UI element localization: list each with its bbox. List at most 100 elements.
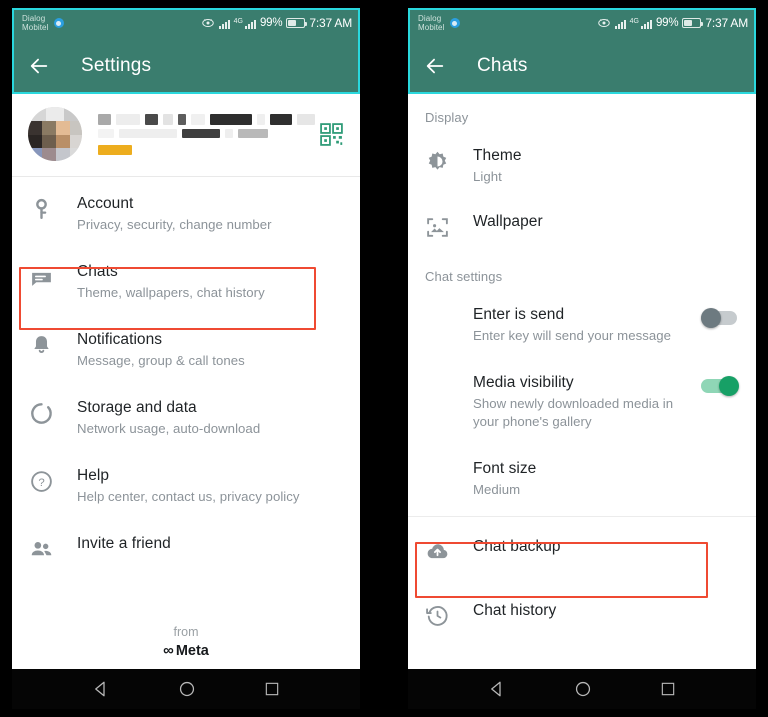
meta-brand-label: Meta: [175, 642, 209, 659]
chats-item-title: Chat history: [473, 602, 557, 619]
chats-item-wallpaper[interactable]: Wallpaper: [408, 199, 756, 253]
android-nav-bar-right: [408, 669, 756, 709]
profile-status-redacted: [98, 128, 319, 138]
chats-item-theme[interactable]: Theme Light: [408, 131, 756, 199]
chats-item-enter-is-send[interactable]: Enter is send Enter key will send your m…: [408, 290, 756, 358]
settings-item-account[interactable]: Account Privacy, security, change number: [12, 179, 360, 247]
settings-item-invite-a-friend[interactable]: Invite a friend: [12, 519, 360, 581]
carrier-name: Dialog Mobitel: [22, 14, 49, 32]
android-nav-bar-left: [12, 669, 360, 709]
data-usage-icon: [31, 403, 52, 424]
chats-appbar: Chats: [408, 38, 756, 94]
carrier-block: Dialog Mobitel: [418, 14, 460, 32]
chats-content: Display Theme Light Wallpaper Chat setti…: [408, 94, 756, 669]
status-icons: 4G 99% 7:37 AM: [597, 16, 748, 30]
status-bar-right: Dialog Mobitel 4G 99% 7:37 AM: [408, 8, 756, 38]
chats-item-font-size[interactable]: Font size Medium: [408, 444, 756, 512]
chats-item-title: Wallpaper: [473, 213, 543, 230]
settings-item-subtitle: Message, group & call tones: [77, 353, 245, 368]
profile-name-redacted: [98, 113, 319, 125]
battery-percent: 99%: [655, 17, 679, 29]
back-arrow-icon[interactable]: [28, 55, 50, 77]
right-phone-frame: Dialog Mobitel 4G 99% 7:37 AM Chats Disp…: [408, 8, 756, 709]
meta-footer: from ∞ Meta: [12, 624, 360, 659]
toggle-media-visibility[interactable]: [701, 376, 739, 396]
people-icon: [31, 542, 52, 556]
settings-item-title: Notifications: [77, 331, 163, 348]
chats-screen: Dialog Mobitel 4G 99% 7:37 AM Chats Disp…: [408, 8, 756, 669]
settings-item-title: Invite a friend: [77, 535, 171, 552]
settings-item-subtitle: Theme, wallpapers, chat history: [77, 285, 265, 300]
cloud-upload-icon: [427, 544, 448, 559]
meta-brand: ∞ Meta: [12, 642, 360, 659]
chat-bubble-icon: [32, 272, 51, 286]
android-home-icon[interactable]: [574, 680, 592, 698]
android-back-icon[interactable]: [92, 680, 110, 698]
android-recents-icon[interactable]: [660, 681, 676, 697]
chats-item-chat-backup[interactable]: Chat backup: [408, 517, 756, 581]
qr-code-icon[interactable]: [319, 122, 344, 147]
settings-item-title: Chats: [77, 263, 118, 280]
settings-item-subtitle: Privacy, security, change number: [77, 217, 272, 232]
settings-item-notifications[interactable]: Notifications Message, group & call tone…: [12, 315, 360, 383]
settings-item-title: Help: [77, 467, 110, 484]
profile-row[interactable]: [12, 94, 360, 176]
avatar[interactable]: [28, 107, 82, 161]
chats-item-media-visibility[interactable]: Media visibility Show newly downloaded m…: [408, 358, 756, 444]
carrier-name: Dialog Mobitel: [418, 14, 445, 32]
chats-item-subtitle: Light: [473, 169, 502, 184]
battery-icon: [682, 18, 704, 28]
bell-icon: [34, 336, 49, 353]
carrier-dot-icon: [53, 18, 64, 28]
meta-infinity-icon: ∞: [163, 642, 174, 659]
chats-item-title: Media visibility: [473, 374, 574, 391]
back-arrow-icon[interactable]: [424, 55, 446, 77]
page-title: Settings: [81, 55, 152, 76]
android-back-icon[interactable]: [488, 680, 506, 698]
profile-name-highlight: [98, 144, 132, 155]
chats-item-title: Font size: [473, 460, 537, 477]
settings-item-title: Account: [77, 195, 134, 212]
help-circle-icon: ?: [31, 471, 52, 492]
signal-bars-icon: [614, 18, 626, 29]
status-bar-left: Dialog Mobitel 4G 99% 7:37 AM: [12, 8, 360, 38]
chats-item-chat-history[interactable]: Chat history: [408, 581, 756, 645]
chats-item-title: Enter is send: [473, 306, 565, 323]
signal-bars-icon: [218, 18, 230, 29]
android-recents-icon[interactable]: [264, 681, 280, 697]
chats-item-title: Theme: [473, 147, 522, 164]
screenshot-stage: Dialog Mobitel 4G 99% 7:37 AM Settings A…: [0, 0, 768, 717]
settings-item-subtitle: Help center, contact us, privacy policy: [77, 489, 300, 504]
settings-item-chats[interactable]: Chats Theme, wallpapers, chat history: [12, 247, 360, 315]
wallpaper-icon: [427, 218, 448, 237]
signal-bars-4g-icon: 4G: [630, 18, 652, 29]
toggle-enter-is-send[interactable]: [701, 308, 739, 328]
settings-screen: Dialog Mobitel 4G 99% 7:37 AM Settings A…: [12, 8, 360, 669]
chats-item-subtitle: Enter key will send your message: [473, 328, 672, 343]
settings-item-help[interactable]: ? Help Help center, contact us, privacy …: [12, 451, 360, 519]
left-phone-frame: Dialog Mobitel 4G 99% 7:37 AM Settings A…: [12, 8, 360, 709]
history-clock-icon: [426, 606, 448, 626]
page-title: Chats: [477, 55, 528, 76]
chats-item-subtitle: Show newly downloaded media in your phon…: [473, 396, 674, 429]
signal-bars-4g-icon: 4G: [234, 18, 256, 29]
settings-item-subtitle: Network usage, auto-download: [77, 421, 261, 436]
key-icon: [36, 198, 47, 220]
from-label: from: [173, 625, 199, 639]
settings-list: Account Privacy, security, change number…: [12, 177, 360, 581]
brightness-icon: [428, 151, 447, 170]
profile-name-block: [98, 113, 319, 155]
eye-icon: [201, 18, 214, 27]
settings-item-storage-and-data[interactable]: Storage and data Network usage, auto-dow…: [12, 383, 360, 451]
chats-item-title: Chat backup: [473, 538, 561, 555]
status-icons: 4G 99% 7:37 AM: [201, 16, 352, 30]
chats-item-subtitle: Medium: [473, 482, 521, 497]
carrier-dot-icon: [449, 18, 460, 28]
carrier-block: Dialog Mobitel: [22, 14, 64, 32]
settings-appbar: Settings: [12, 38, 360, 94]
android-home-icon[interactable]: [178, 680, 196, 698]
settings-content: Account Privacy, security, change number…: [12, 94, 360, 669]
